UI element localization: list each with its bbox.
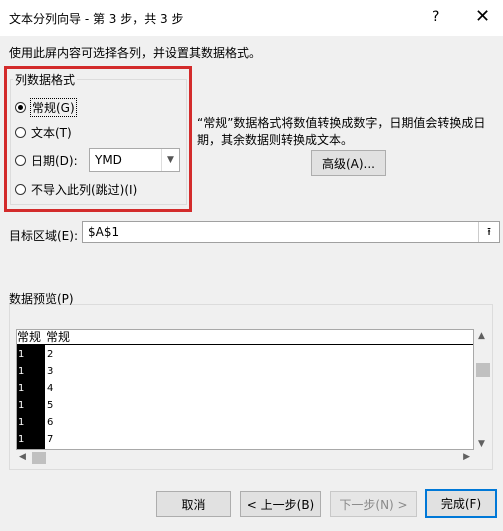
description-line1: “常规”数据格式将数值转换成数字，日期值会转换成日 [197, 116, 486, 130]
radio-skip[interactable]: 不导入此列(跳过)(I) [15, 180, 137, 198]
chevron-down-icon[interactable]: ▼ [161, 149, 179, 171]
radio-text[interactable]: 文本(T) [15, 123, 72, 141]
close-button[interactable]: ✕ [475, 6, 490, 27]
preview-cell: 1 [18, 417, 25, 428]
preview-cell: 1 [18, 366, 25, 377]
preview-label: 数据预览(P) [9, 292, 74, 306]
scroll-down-icon[interactable]: ▼ [478, 439, 485, 449]
radio-date-button[interactable] [15, 154, 26, 166]
help-button[interactable]: ? [432, 9, 439, 25]
preview-header-row: 常规 常规 [17, 330, 473, 345]
radio-date-label: 日期(D): [31, 153, 78, 168]
preview-cell: 1 [18, 349, 25, 360]
preview-cell: 5 [47, 400, 54, 411]
preview-horizontal-scrollbar[interactable]: ◀ ▶ [16, 450, 474, 466]
back-button[interactable]: < 上一步(B) [240, 491, 321, 517]
collapse-dialog-icon[interactable]: ⭱ [478, 222, 499, 242]
vertical-scroll-thumb[interactable] [476, 363, 490, 377]
preview-cell: 6 [47, 417, 54, 428]
radio-text-button[interactable] [15, 126, 26, 138]
cancel-button[interactable]: 取消 [156, 491, 231, 517]
destination-label: 目标区域(E): [9, 229, 78, 243]
preview-cell: 2 [47, 349, 54, 360]
window-title: 文本分列向导 - 第 3 步，共 3 步 [9, 12, 184, 26]
preview-cell: 1 [18, 434, 25, 445]
radio-general-button[interactable] [15, 101, 26, 113]
date-format-select[interactable]: YMD ▼ [89, 148, 180, 172]
preview-header-col1[interactable]: 常规 [17, 330, 41, 344]
description-line2: 期，其余数据则转换成文本。 [197, 133, 354, 147]
preview-cell: 4 [47, 383, 54, 394]
preview-header-col2[interactable]: 常规 [46, 330, 70, 344]
radio-skip-button[interactable] [15, 183, 26, 195]
preview-cell: 1 [18, 400, 25, 411]
scroll-left-icon[interactable]: ◀ [19, 452, 26, 462]
preview-vertical-scrollbar[interactable]: ▲ ▼ [474, 329, 492, 450]
radio-text-label: 文本(T) [31, 125, 72, 140]
scroll-up-icon[interactable]: ▲ [478, 331, 485, 341]
data-preview[interactable]: 常规 常规 1 2 1 3 1 4 1 5 1 6 1 7 [16, 329, 474, 450]
destination-input[interactable]: $A$1 ⭱ [82, 221, 500, 243]
preview-cell: 7 [47, 434, 54, 445]
horizontal-scroll-thumb[interactable] [32, 452, 46, 464]
radio-general-label: 常规(G) [30, 97, 77, 117]
preview-cell: 3 [47, 366, 54, 377]
advanced-button[interactable]: 高级(A)... [311, 150, 386, 176]
next-button[interactable]: 下一步(N) > [330, 491, 417, 517]
date-format-value: YMD [95, 153, 122, 167]
scroll-right-icon[interactable]: ▶ [463, 452, 470, 462]
destination-value: $A$1 [88, 225, 120, 239]
column-format-title: 列数据格式 [13, 71, 78, 88]
instruction-text: 使用此屏内容可选择各列，并设置其数据格式。 [9, 46, 262, 60]
radio-date[interactable]: 日期(D): [15, 151, 78, 169]
radio-general[interactable]: 常规(G) [15, 97, 77, 117]
preview-cell: 1 [18, 383, 25, 394]
radio-skip-label: 不导入此列(跳过)(I) [31, 182, 138, 197]
finish-button[interactable]: 完成(F) [425, 489, 497, 518]
